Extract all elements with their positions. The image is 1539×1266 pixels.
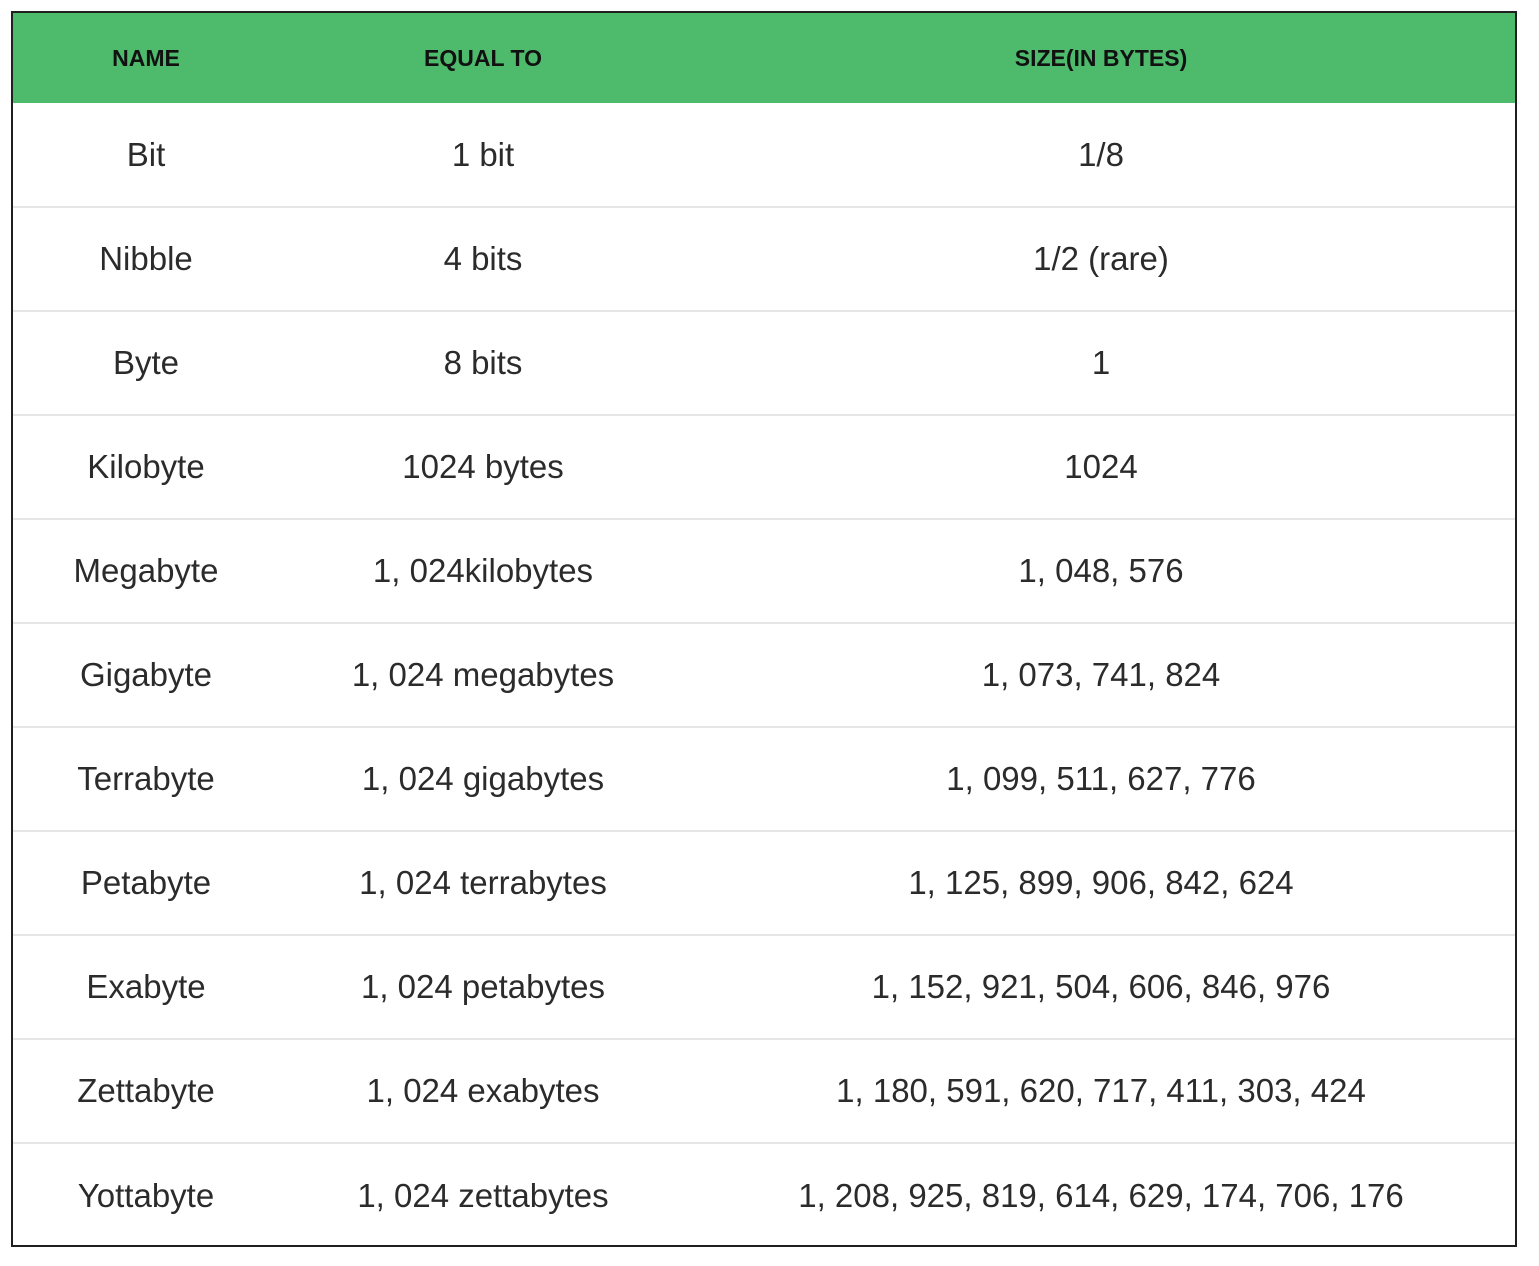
cell-size: 1, 073, 741, 824 <box>981 656 1221 693</box>
cell-equal-to: 1, 024 exabytes <box>366 1072 600 1109</box>
cell-equal-to: 1, 024 petabytes <box>360 968 606 1005</box>
cell-name: Byte <box>112 344 180 381</box>
column-header-name: NAME <box>112 44 180 71</box>
table-row: Nibble 4 bits 1/2 (rare) <box>13 207 1515 311</box>
table-row: Petabyte 1, 024 terrabytes 1, 125, 899, … <box>13 831 1515 935</box>
cell-equal-to: 4 bits <box>443 240 523 277</box>
table-header: NAME EQUAL TO SIZE(IN BYTES) <box>13 13 1515 103</box>
table-row: Bit 1 bit 1/8 <box>13 103 1515 207</box>
cell-size: 1024 <box>1064 448 1138 485</box>
table-row: Zettabyte 1, 024 exabytes 1, 180, 591, 6… <box>13 1039 1515 1143</box>
cell-equal-to: 1, 024 terrabytes <box>359 864 607 901</box>
cell-name: Yottabyte <box>77 1176 215 1214</box>
column-header-equal-to: EQUAL TO <box>424 44 542 71</box>
cell-name: Gigabyte <box>79 656 213 693</box>
table-row: Terrabyte 1, 024 gigabytes 1, 099, 511, … <box>13 727 1515 831</box>
table-row: Exabyte 1, 024 petabytes 1, 152, 921, 50… <box>13 935 1515 1039</box>
cell-size: 1, 099, 511, 627, 776 <box>946 760 1256 797</box>
cell-equal-to: 1, 024kilobytes <box>372 552 594 589</box>
cell-size: 1, 048, 576 <box>1018 552 1184 589</box>
cell-name: Bit <box>126 135 166 173</box>
table-row: Byte 8 bits 1 <box>13 311 1515 415</box>
table-row: Yottabyte 1, 024 zettabytes 1, 208, 925,… <box>13 1143 1515 1247</box>
cell-equal-to: 1, 024 megabytes <box>351 656 615 693</box>
cell-equal-to: 1, 024 gigabytes <box>361 760 605 797</box>
cell-size: 1/2 (rare) <box>1033 240 1169 277</box>
cell-name: Megabyte <box>73 552 219 589</box>
column-header-size-in-bytes: SIZE(IN BYTES) <box>1014 44 1188 71</box>
cell-name: Zettabyte <box>77 1072 215 1109</box>
cell-equal-to: 1024 bytes <box>402 448 564 485</box>
table-body: Bit 1 bit 1/8 Nibble 4 bits 1/2 (rare) B… <box>13 103 1515 1247</box>
cell-size: 1, 152, 921, 504, 606, 846, 976 <box>871 968 1331 1005</box>
cell-size: 1, 180, 591, 620, 717, 411, 303, 424 <box>836 1072 1366 1109</box>
cell-size: 1, 208, 925, 819, 614, 629, 174, 706, 17… <box>798 1176 1404 1214</box>
cell-equal-to: 8 bits <box>443 344 523 381</box>
table-row: Gigabyte 1, 024 megabytes 1, 073, 741, 8… <box>13 623 1515 727</box>
cell-name: Nibble <box>99 240 193 277</box>
table-row: Megabyte 1, 024kilobytes 1, 048, 576 <box>13 519 1515 623</box>
data-units-table: NAME EQUAL TO SIZE(IN BYTES) Bit 1 bit 1… <box>13 13 1515 1247</box>
cell-size: 1/8 <box>1078 135 1124 173</box>
cell-name: Exabyte <box>86 968 206 1005</box>
cell-name: Kilobyte <box>87 448 205 485</box>
header-row: NAME EQUAL TO SIZE(IN BYTES) <box>13 13 1515 103</box>
cell-name: Terrabyte <box>77 760 215 797</box>
cell-equal-to: 1, 024 zettabytes <box>357 1176 609 1214</box>
cell-name: Petabyte <box>80 864 212 901</box>
table-row: Kilobyte 1024 bytes 1024 <box>13 415 1515 519</box>
data-units-table-container: NAME EQUAL TO SIZE(IN BYTES) Bit 1 bit 1… <box>11 11 1517 1247</box>
cell-size: 1 <box>1091 344 1111 381</box>
cell-equal-to: 1 bit <box>451 135 515 173</box>
cell-size: 1, 125, 899, 906, 842, 624 <box>908 864 1294 901</box>
